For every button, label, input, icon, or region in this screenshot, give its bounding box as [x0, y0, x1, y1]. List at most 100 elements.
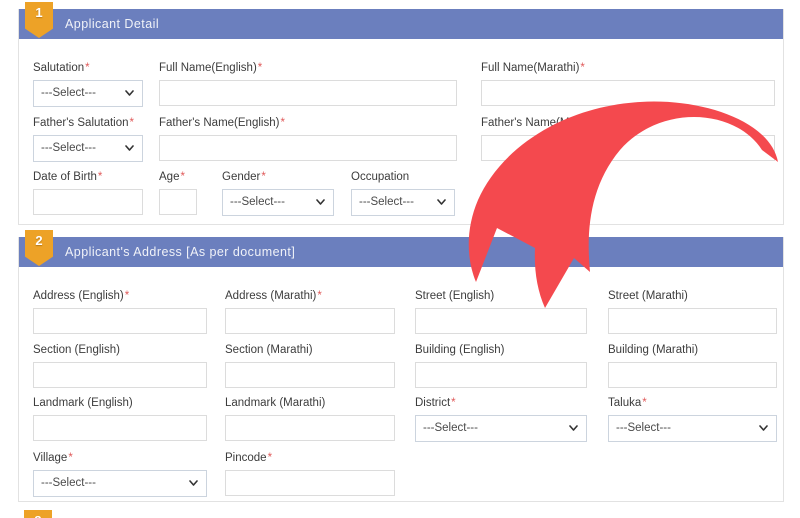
full-name-marathi-input[interactable] [481, 80, 775, 106]
required-marker: * [97, 171, 103, 183]
label-fathers-name-marathi: Father's Name(Marathi)* [481, 117, 608, 129]
required-marker: * [261, 171, 266, 183]
fathers-salutation-select-value: ---Select--- [41, 142, 96, 154]
field-date-of-birth: Date of Birth* [33, 170, 143, 215]
pincode-input[interactable] [225, 470, 395, 496]
taluka-select[interactable]: ---Select--- [608, 415, 777, 442]
section-marathi-input[interactable] [225, 362, 395, 388]
chevron-down-icon [125, 90, 134, 96]
required-marker: * [124, 290, 130, 302]
field-building-marathi: Building (Marathi) [608, 343, 777, 388]
date-of-birth-input[interactable] [33, 189, 143, 215]
label-taluka: Taluka* [608, 397, 647, 409]
required-marker: * [267, 452, 273, 464]
occupation-select[interactable]: ---Select--- [351, 189, 455, 216]
field-salutation: Salutation* ---Select--- [33, 61, 143, 107]
required-marker: * [580, 62, 585, 74]
address-english-input[interactable] [33, 308, 207, 334]
label-date-of-birth: Date of Birth* [33, 171, 103, 183]
chevron-down-icon [569, 425, 578, 431]
chevron-down-icon [759, 425, 768, 431]
required-marker: * [85, 62, 90, 74]
section-applicant-address: 2 Applicant's Address [As per document] … [18, 230, 784, 502]
label-landmark-marathi: Landmark (Marathi) [225, 397, 326, 409]
section-1-header: 1 Applicant Detail [19, 2, 783, 39]
fathers-name-english-input[interactable] [159, 135, 457, 161]
section-english-input[interactable] [33, 362, 207, 388]
occupation-select-value: ---Select--- [359, 196, 414, 208]
label-street-marathi: Street (Marathi) [608, 290, 688, 302]
label-full-name-english: Full Name(English)* [159, 62, 263, 74]
chevron-down-icon [125, 145, 134, 151]
village-select-value: ---Select--- [41, 477, 96, 489]
field-address-english: Address (English)* [33, 289, 207, 334]
salutation-select[interactable]: ---Select--- [33, 80, 143, 107]
required-marker: * [257, 62, 263, 74]
field-street-english: Street (English) [415, 289, 587, 334]
required-marker: * [68, 452, 73, 464]
field-landmark-marathi: Landmark (Marathi) [225, 396, 395, 441]
village-select[interactable]: ---Select--- [33, 470, 207, 497]
section-1-body: Salutation* ---Select--- Full Name(Engli… [19, 39, 783, 224]
street-english-input[interactable] [415, 308, 587, 334]
address-marathi-input[interactable] [225, 308, 395, 334]
label-address-english: Address (English)* [33, 290, 130, 302]
street-marathi-input[interactable] [608, 308, 777, 334]
landmark-english-input[interactable] [33, 415, 207, 441]
label-section-english: Section (English) [33, 344, 120, 356]
chevron-down-icon [437, 199, 446, 205]
field-section-english: Section (English) [33, 343, 207, 388]
chevron-down-icon [316, 199, 325, 205]
section-1-badge: 1 [25, 2, 53, 38]
section-2-title: Applicant's Address [As per document] [65, 245, 296, 259]
label-village: Village* [33, 452, 73, 464]
field-section-marathi: Section (Marathi) [225, 343, 395, 388]
section-2-number: 2 [35, 233, 43, 248]
label-fathers-name-english: Father's Name(English)* [159, 117, 285, 129]
field-fathers-name-english: Father's Name(English)* [159, 116, 457, 161]
label-occupation: Occupation [351, 171, 410, 183]
gender-select[interactable]: ---Select--- [222, 189, 334, 216]
section-3-partial: 3 [18, 510, 784, 518]
field-fathers-salutation: Father's Salutation* ---Select--- [33, 116, 143, 162]
field-taluka: Taluka* ---Select--- [608, 396, 777, 442]
landmark-marathi-input[interactable] [225, 415, 395, 441]
label-full-name-marathi: Full Name(Marathi)* [481, 62, 585, 74]
label-district: District* [415, 397, 456, 409]
label-section-marathi: Section (Marathi) [225, 344, 313, 356]
district-select-value: ---Select--- [423, 422, 478, 434]
field-landmark-english: Landmark (English) [33, 396, 207, 441]
age-input[interactable] [159, 189, 197, 215]
section-3-badge: 3 [24, 510, 52, 518]
building-english-input[interactable] [415, 362, 587, 388]
field-gender: Gender* ---Select--- [222, 170, 334, 216]
section-applicant-detail: 1 Applicant Detail Salutation* ---Select… [18, 2, 784, 225]
section-1-title: Applicant Detail [65, 17, 160, 31]
section-1-number: 1 [35, 5, 43, 20]
section-2-body: Address (English)* Address (Marathi)* St… [19, 267, 783, 501]
chevron-down-icon [189, 480, 198, 486]
label-landmark-english: Landmark (English) [33, 397, 133, 409]
building-marathi-input[interactable] [608, 362, 777, 388]
fathers-salutation-select[interactable]: ---Select--- [33, 135, 143, 162]
field-full-name-english: Full Name(English)* [159, 61, 457, 106]
field-full-name-marathi: Full Name(Marathi)* [481, 61, 775, 106]
label-pincode: Pincode* [225, 452, 273, 464]
required-marker: * [642, 397, 647, 409]
field-age: Age* [159, 170, 197, 215]
field-district: District* ---Select--- [415, 396, 587, 442]
label-street-english: Street (English) [415, 290, 495, 302]
required-marker: * [180, 171, 185, 183]
full-name-english-input[interactable] [159, 80, 457, 106]
field-fathers-name-marathi: Father's Name(Marathi)* [481, 116, 775, 161]
district-select[interactable]: ---Select--- [415, 415, 587, 442]
label-address-marathi: Address (Marathi)* [225, 290, 322, 302]
label-salutation: Salutation* [33, 62, 90, 74]
label-fathers-salutation: Father's Salutation* [33, 117, 135, 129]
form-page: 1 Applicant Detail Salutation* ---Select… [0, 0, 800, 518]
taluka-select-value: ---Select--- [616, 422, 671, 434]
fathers-name-marathi-input[interactable] [481, 135, 775, 161]
label-gender: Gender* [222, 171, 266, 183]
salutation-select-value: ---Select--- [41, 87, 96, 99]
required-marker: * [317, 290, 322, 302]
